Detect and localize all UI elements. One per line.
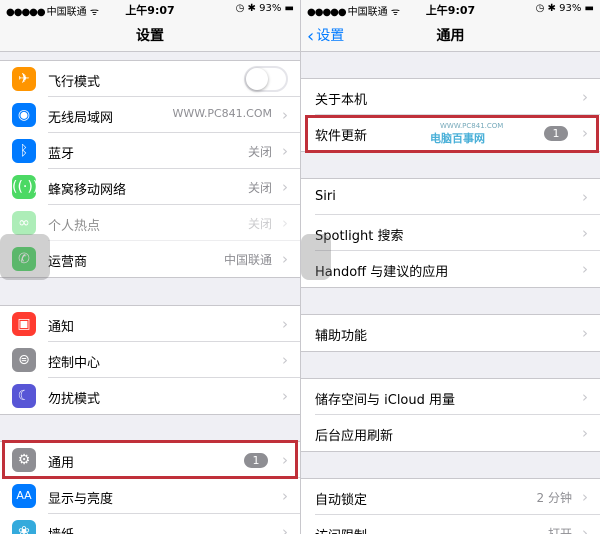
chevron-right-icon: › — [582, 424, 588, 442]
notifications-icon: ▣ — [12, 312, 36, 336]
row-label: 运营商 — [48, 255, 88, 270]
display-icon: AA — [12, 484, 36, 508]
chevron-right-icon: › — [582, 324, 588, 342]
settings-row-airplane[interactable]: ✈ 飞行模式 — [0, 61, 300, 97]
row-label: 无线局域网 — [48, 111, 114, 126]
row-value: WWW.PC841.COM — [172, 107, 273, 120]
settings-row-cellular[interactable]: ((·)) 蜂窝移动网络 关闭 › — [0, 169, 300, 205]
chevron-right-icon: › — [282, 523, 288, 534]
row-label: 关于本机 — [315, 93, 368, 108]
moon-icon: ☾ — [12, 384, 36, 408]
row-label: 后台应用刷新 — [315, 429, 394, 444]
row-label: 墙纸 — [48, 524, 74, 534]
row-value: 2 分钟 — [536, 491, 572, 505]
status-bar: ●●●●● 中国联通 ᯤ 上午9:07 ◷ ✱ 93% ▬ — [301, 0, 600, 20]
hotspot-icon: ∞ — [12, 211, 36, 235]
airplane-icon: ✈ — [12, 67, 36, 91]
row-label: 飞行模式 — [48, 75, 101, 90]
chevron-right-icon: › — [282, 387, 288, 405]
nav-bar: 设置 — [0, 20, 300, 52]
chevron-right-icon: › — [282, 487, 288, 505]
battery: ◷ ✱ 93% ▬ — [535, 3, 594, 14]
general-row-auto-lock[interactable]: 自动锁定 2 分钟 › — [301, 479, 600, 515]
settings-row-wallpaper[interactable]: ❀ 墙纸 › — [0, 514, 300, 534]
general-row-handoff[interactable]: Handoff 与建议的应用 › — [301, 251, 600, 287]
page-title: 设置 — [136, 28, 164, 44]
chevron-right-icon: › — [282, 106, 288, 124]
general-row-restrictions[interactable]: 访问限制 打开 › — [301, 515, 600, 534]
row-label: 访问限制 — [315, 525, 367, 534]
chevron-right-icon: › — [582, 224, 588, 242]
row-value: 中国联通 — [223, 253, 272, 267]
chevron-right-icon: › — [282, 250, 288, 268]
settings-row-control-center[interactable]: ⊜ 控制中心 › — [0, 342, 300, 378]
status-bar: ●●●●● 中国联通 ᯤ 上午9:07 ◷ ✱ 93% ▬ — [0, 0, 300, 20]
wallpaper-icon: ❀ — [12, 520, 36, 534]
row-value: 打开 — [547, 527, 572, 534]
chevron-right-icon: › — [582, 260, 588, 278]
row-label: Handoff 与建议的应用 — [315, 265, 449, 280]
settings-row-notifications[interactable]: ▣ 通知 › — [0, 306, 300, 342]
chevron-right-icon: › — [582, 388, 588, 406]
row-value: 关闭 — [247, 217, 272, 231]
chevron-right-icon: › — [582, 188, 588, 206]
chevron-right-icon: › — [282, 315, 288, 333]
general-row-siri[interactable]: Siri › — [301, 179, 600, 215]
screenshot: ●●●●● 中国联通 ᯤ 上午9:07 ◷ ✱ 93% ▬ 设置 ✈ 飞行模式 ◉… — [0, 0, 600, 534]
page-title: 通用 — [436, 28, 465, 44]
storage-group: 储存空间与 iCloud 用量 › 后台应用刷新 › — [301, 378, 600, 452]
settings-screen: ●●●●● 中国联通 ᯤ 上午9:07 ◷ ✱ 93% ▬ 设置 ✈ 飞行模式 ◉… — [0, 0, 300, 534]
watermark-url: WWW.PC841.COM — [440, 122, 504, 130]
general-row-storage[interactable]: 储存空间与 iCloud 用量 › — [301, 379, 600, 415]
watermark-text: 电脑百事网 — [430, 132, 485, 145]
chevron-right-icon: › — [282, 142, 288, 160]
assistive-touch-button[interactable] — [301, 234, 331, 280]
cellular-icon: ((·)) — [12, 175, 38, 199]
general-screen: ●●●●● 中国联通 ᯤ 上午9:07 ◷ ✱ 93% ▬ ‹ 设置 通用 关于本机… — [301, 0, 600, 534]
general-row-background-refresh[interactable]: 后台应用刷新 › — [301, 415, 600, 451]
bluetooth-icon: ᛒ — [12, 139, 36, 163]
row-label: 通知 — [48, 320, 75, 335]
row-value: 关闭 — [247, 181, 272, 195]
settings-row-do-not-disturb[interactable]: ☾ 勿扰模式 › — [0, 378, 300, 414]
chevron-right-icon: › — [282, 178, 288, 196]
row-label: Siri — [315, 189, 336, 204]
general-row-accessibility[interactable]: 辅助功能 › — [301, 315, 600, 351]
settings-row-display[interactable]: AA 显示与亮度 › — [0, 478, 300, 514]
chevron-right-icon: › — [282, 214, 288, 232]
general-row-about[interactable]: 关于本机 › — [301, 79, 600, 115]
nav-bar: ‹ 设置 通用 — [301, 20, 600, 52]
chevron-right-icon: › — [282, 351, 288, 369]
assistive-touch-button[interactable] — [0, 234, 50, 280]
accessibility-group: 辅助功能 › — [301, 314, 600, 352]
row-label: 显示与亮度 — [48, 492, 114, 507]
battery: ◷ ✱ 93% ▬ — [235, 3, 294, 14]
row-label: 个人热点 — [48, 219, 101, 234]
row-label: 蓝牙 — [48, 147, 75, 162]
lock-group: 自动锁定 2 分钟 › 访问限制 打开 › — [301, 478, 600, 534]
notifications-group: ▣ 通知 › ⊜ 控制中心 › ☾ 勿扰模式 › — [0, 305, 300, 415]
control-center-icon: ⊜ — [12, 348, 36, 372]
chevron-right-icon: › — [582, 524, 588, 534]
settings-row-wifi[interactable]: ◉ 无线局域网 WWW.PC841.COM › — [0, 97, 300, 133]
row-label: 辅助功能 — [315, 329, 368, 344]
row-label: 勿扰模式 — [48, 392, 101, 407]
row-label: 储存空间与 iCloud 用量 — [315, 393, 456, 408]
siri-group: Siri › Spotlight 搜索 › Handoff 与建议的应用 › — [301, 178, 600, 288]
row-label: 自动锁定 — [315, 493, 368, 508]
chevron-right-icon: › — [582, 88, 588, 106]
chevron-right-icon: › — [582, 488, 588, 506]
highlight-box-general — [2, 440, 298, 479]
airplane-toggle[interactable] — [244, 66, 288, 92]
row-label: 控制中心 — [48, 356, 101, 371]
general-row-spotlight[interactable]: Spotlight 搜索 › — [301, 215, 600, 251]
settings-row-bluetooth[interactable]: ᛒ 蓝牙 关闭 › — [0, 133, 300, 169]
row-label: 蜂窝移动网络 — [48, 183, 127, 198]
wifi-icon: ◉ — [12, 103, 36, 127]
watermark: WWW.PC841.COM 电脑百事网 — [430, 122, 503, 146]
row-value: 关闭 — [247, 145, 272, 159]
